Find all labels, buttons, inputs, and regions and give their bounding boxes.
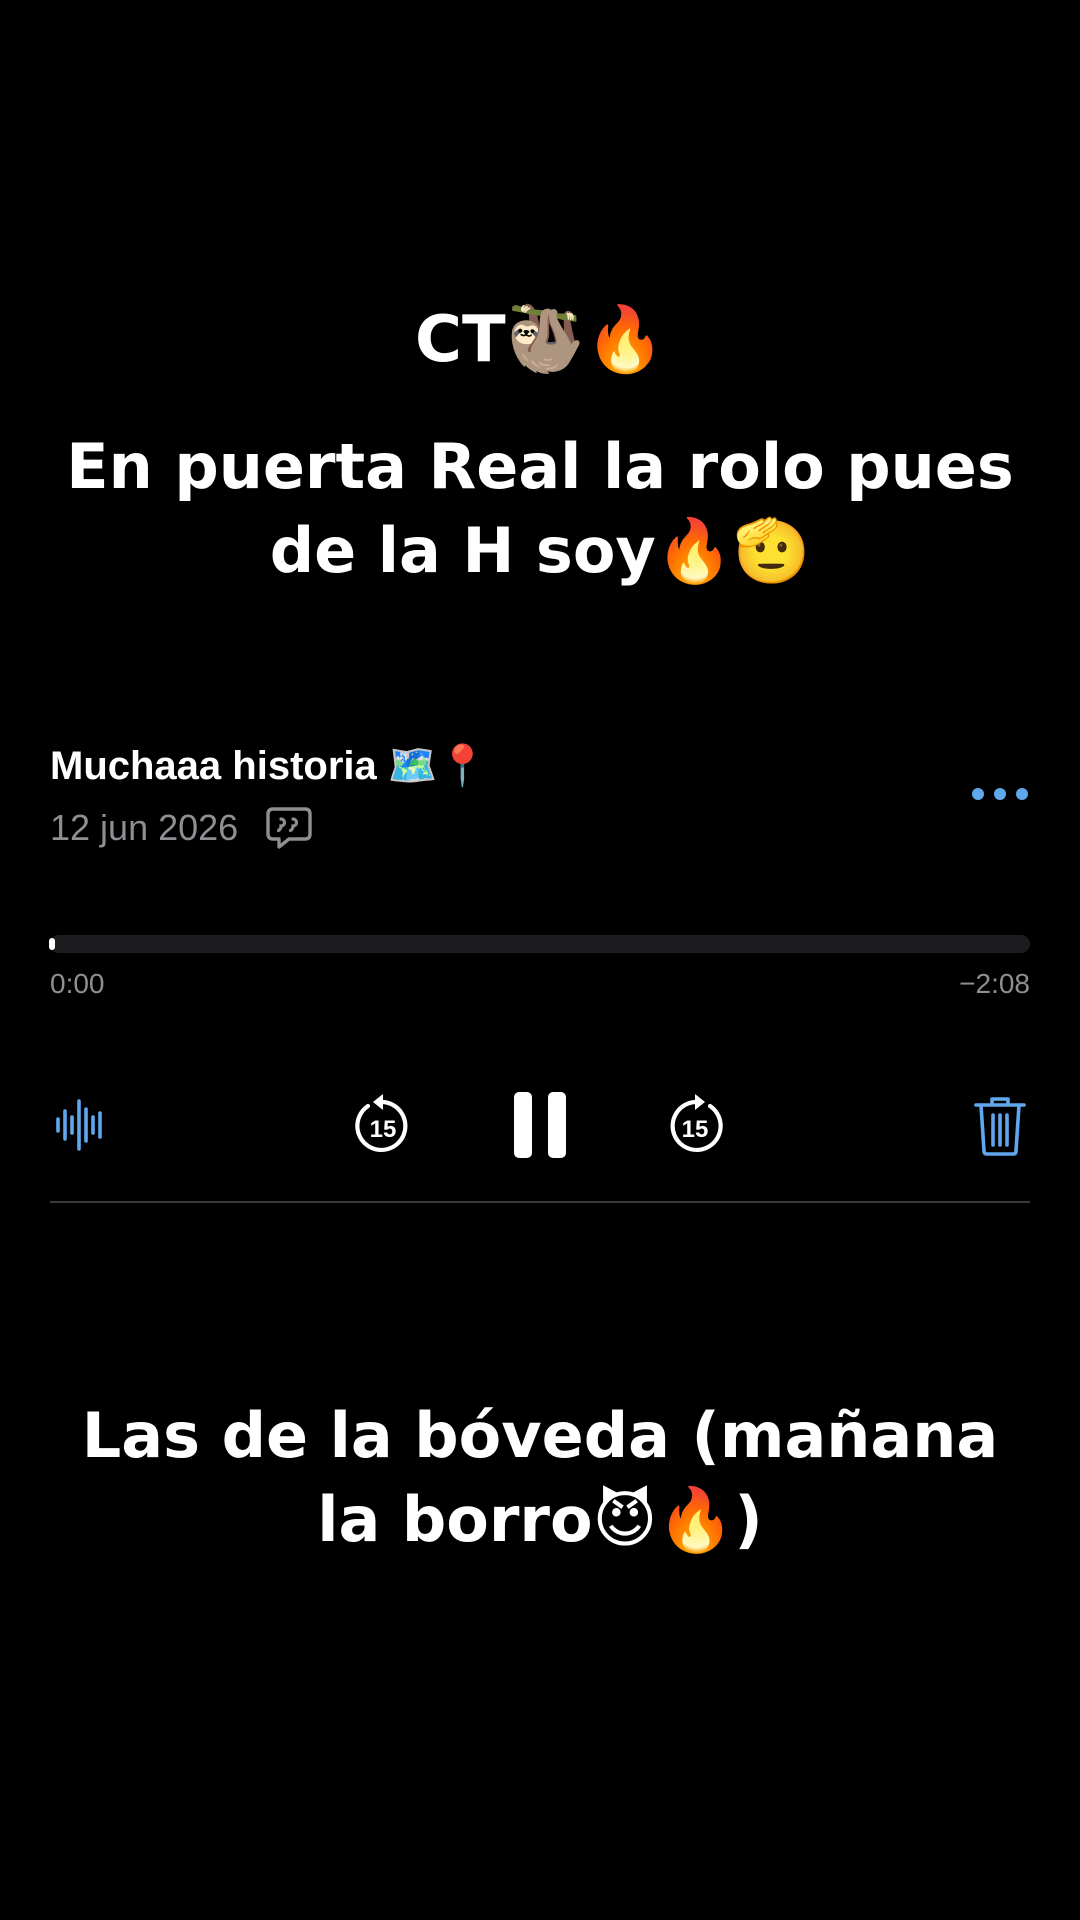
waveform-icon[interactable] (50, 1095, 110, 1155)
ellipsis-dot (1016, 788, 1028, 800)
divider (50, 1201, 1030, 1203)
transcript-icon[interactable] (264, 805, 314, 851)
recording-date: 12 jun 2026 (50, 807, 239, 848)
recording-meta: 12 jun 2026 (50, 800, 314, 856)
ellipsis-dot (972, 788, 984, 800)
trash-icon[interactable] (972, 1093, 1028, 1159)
pause-button[interactable] (508, 1090, 572, 1160)
recording-title[interactable]: Muchaaa historia 🗺️📍 (50, 740, 487, 792)
overlay-caption-top: En puerta Real la rolo pues de la H soy🔥… (66, 430, 1014, 587)
overlay-caption-bottom: Las de la bóveda (mañana la borro😈🔥) (81, 1399, 999, 1556)
remaining-time: −2:08 (959, 968, 1030, 999)
skip-forward-label: 15 (682, 1116, 709, 1143)
more-options-button[interactable] (972, 782, 1028, 806)
skip-forward-15-button[interactable]: 15 (662, 1093, 728, 1159)
scrubber-knob[interactable] (49, 938, 55, 950)
playback-scrubber[interactable] (49, 935, 1030, 953)
ellipsis-dot (994, 788, 1006, 800)
pause-icon (514, 1092, 566, 1158)
skip-forward-15-icon: 15 (670, 1094, 723, 1152)
skip-back-15-button[interactable]: 15 (350, 1093, 416, 1159)
overlay-title: CT🦥🔥 (415, 303, 665, 377)
skip-back-15-icon: 15 (355, 1094, 408, 1152)
elapsed-time: 0:00 (50, 968, 105, 999)
skip-back-label: 15 (370, 1116, 397, 1143)
